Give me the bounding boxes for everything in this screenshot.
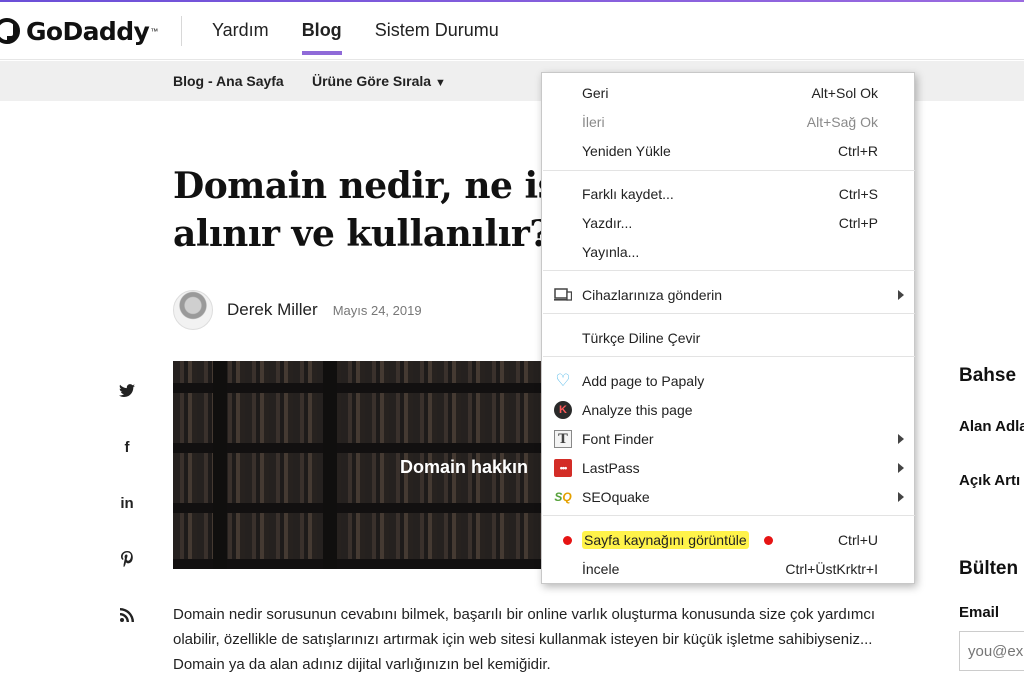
menu-label: Font Finder: [582, 431, 654, 447]
menu-item-reload[interactable]: Yeniden Yükle Ctrl+R: [542, 137, 914, 166]
author-block: Derek Miller Mayıs 24, 2019: [173, 290, 422, 330]
menu-separator: [543, 170, 915, 171]
menu-label: Sayfa kaynağını görüntüle: [582, 531, 749, 549]
menu-shortcut: Alt+Sağ Ok: [806, 114, 878, 130]
sort-by-product-dropdown[interactable]: Ürüne Göre Sırala ▼: [312, 73, 446, 89]
menu-item-back[interactable]: Geri Alt+Sol Ok: [542, 79, 914, 108]
lastpass-icon: •••: [554, 459, 572, 477]
publish-date: Mayıs 24, 2019: [332, 302, 422, 318]
menu-shortcut: Ctrl+U: [837, 532, 878, 548]
submenu-arrow-icon: [898, 492, 904, 502]
menu-label: Yayınla...: [582, 244, 640, 260]
menu-label: Cihazlarınıza gönderin: [582, 287, 723, 303]
menu-shortcut: Ctrl+S: [838, 186, 878, 202]
linkedin-icon[interactable]: in: [118, 494, 136, 512]
menu-shortcut: Ctrl+R: [837, 143, 878, 159]
menu-label: Analyze this page: [582, 402, 693, 418]
godaddy-logo[interactable]: GoDaddy ™: [0, 14, 158, 48]
menu-label: Türkçe Diline Çevir: [582, 330, 701, 346]
menu-separator: [543, 270, 915, 271]
menu-item-lastpass[interactable]: ••• LastPass: [542, 454, 914, 483]
devices-icon: [554, 286, 572, 304]
header-divider: [181, 16, 182, 46]
title-line-1: Domain nedir, ne iş: [173, 165, 558, 207]
title-line-2: alınır ve kullanılır?: [173, 213, 550, 255]
submenu-arrow-icon: [898, 463, 904, 473]
seoquake-icon: SQ: [554, 490, 572, 504]
menu-label: Farklı kaydet...: [582, 186, 674, 202]
nav-help[interactable]: Yardım: [212, 20, 269, 55]
author-avatar: [173, 290, 213, 330]
submenu-arrow-icon: [898, 290, 904, 300]
sidebar-newsletter-heading: Bülten: [959, 558, 1019, 579]
kontent-k-icon: K: [554, 401, 572, 419]
hero-image: Domain hakkın: [173, 361, 545, 569]
godaddy-logo-icon: [0, 18, 20, 44]
menu-label: LastPass: [582, 460, 640, 476]
facebook-icon[interactable]: f: [118, 438, 136, 456]
newsletter-email-input[interactable]: [959, 631, 1024, 671]
sidebar-topic-auctions[interactable]: Açık Artı: [959, 472, 1020, 489]
pinterest-icon[interactable]: [118, 550, 136, 568]
blog-home-link[interactable]: Blog - Ana Sayfa: [173, 73, 284, 89]
menu-separator: [543, 356, 915, 357]
font-finder-icon: T: [554, 430, 572, 448]
papaly-heart-icon: ♡: [555, 371, 571, 390]
article-title: Domain nedir, ne iş alınır ve kullanılır…: [173, 162, 558, 258]
menu-label: Add page to Papaly: [582, 373, 705, 389]
menu-item-inspect[interactable]: İncele Ctrl+ÜstKrktr+I: [542, 555, 914, 584]
sort-label: Ürüne Göre Sırala: [312, 73, 432, 89]
menu-separator: [543, 515, 915, 516]
menu-label: Yazdır...: [582, 215, 633, 231]
main-nav: Yardım Blog Sistem Durumu: [212, 20, 532, 55]
site-header: GoDaddy ™ Yardım Blog Sistem Durumu: [0, 2, 1024, 60]
menu-separator: [543, 313, 915, 314]
menu-shortcut: Alt+Sol Ok: [811, 85, 878, 101]
hero-caption: Domain hakkın: [400, 457, 529, 477]
menu-item-cast[interactable]: Yayınla...: [542, 238, 914, 267]
chevron-down-icon: ▼: [435, 77, 446, 89]
nav-blog[interactable]: Blog: [301, 20, 342, 55]
rss-icon[interactable]: [118, 606, 136, 624]
menu-label: Yeniden Yükle: [582, 143, 671, 159]
menu-label: SEOquake: [582, 489, 650, 505]
sidebar-topic-domains[interactable]: Alan Adla: [959, 418, 1024, 435]
highlight-marker: Sayfa kaynağını görüntüle: [582, 531, 749, 549]
browser-context-menu: Geri Alt+Sol Ok İleri Alt+Sağ Ok Yeniden…: [541, 72, 915, 584]
annotation-dot: [563, 536, 572, 545]
nav-system-status[interactable]: Sistem Durumu: [375, 20, 499, 55]
twitter-icon[interactable]: [118, 382, 136, 400]
menu-item-forward: İleri Alt+Sağ Ok: [542, 108, 914, 137]
annotation-dot: [764, 536, 773, 545]
menu-item-save-as[interactable]: Farklı kaydet... Ctrl+S: [542, 180, 914, 209]
menu-item-translate[interactable]: Türkçe Diline Çevir: [542, 324, 914, 353]
menu-label: Geri: [582, 85, 609, 101]
menu-shortcut: Ctrl+P: [838, 215, 878, 231]
submenu-arrow-icon: [898, 434, 904, 444]
menu-label: İleri: [582, 114, 605, 130]
sidebar-topics-heading: Bahse: [959, 365, 1017, 386]
menu-item-send-to-devices[interactable]: Cihazlarınıza gönderin: [542, 281, 914, 310]
menu-shortcut: Ctrl+ÜstKrktr+I: [785, 561, 878, 577]
article-intro: Domain nedir sorusunun cevabını bilmek, …: [173, 606, 875, 673]
menu-label: İncele: [582, 561, 620, 577]
menu-item-print[interactable]: Yazdır... Ctrl+P: [542, 209, 914, 238]
menu-item-analyze-page[interactable]: K Analyze this page: [542, 396, 914, 425]
author-name[interactable]: Derek Miller: [227, 300, 318, 320]
logo-text: GoDaddy: [26, 16, 150, 46]
trademark-symbol: ™: [150, 26, 159, 36]
menu-item-papaly[interactable]: ♡ Add page to Papaly: [542, 367, 914, 396]
menu-item-seoquake[interactable]: SQ SEOquake: [542, 483, 914, 512]
menu-item-view-source[interactable]: Sayfa kaynağını görüntüle Ctrl+U: [542, 526, 914, 555]
menu-item-font-finder[interactable]: T Font Finder: [542, 425, 914, 454]
email-label: Email: [959, 604, 1000, 621]
